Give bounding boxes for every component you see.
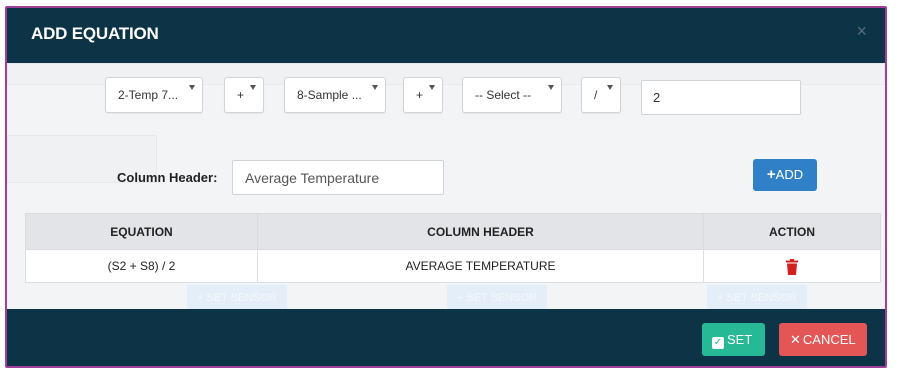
chevron-down-icon [607, 85, 613, 90]
equations-table: EQUATION COLUMN HEADER ACTION (S2 + S8) … [25, 213, 881, 283]
operator-select-1-value: + [237, 88, 245, 102]
operator-select-1[interactable]: + [224, 77, 264, 113]
add-button-label: ADD [775, 167, 804, 182]
cancel-button-label: CANCEL [802, 332, 856, 347]
operator-select-3-value: / [594, 88, 598, 102]
table-header-action: ACTION [703, 213, 881, 250]
column-header-input[interactable]: Average Temperature [232, 160, 444, 195]
close-icon: ✕ [790, 332, 801, 347]
set-button-label: SET [727, 332, 753, 347]
column-header-label: Column Header: [117, 170, 218, 185]
column-header-cell: AVERAGE TEMPERATURE [257, 249, 704, 283]
checkbox-icon: ✓ [712, 337, 724, 349]
background-set-sensor-button: + SET SENSOR [187, 285, 287, 311]
cancel-button[interactable]: ✕ CANCEL [779, 323, 867, 356]
sensor-select-1-value: 2-Temp 7... [118, 88, 179, 102]
sensor-select-3[interactable]: -- Select -- [462, 77, 562, 113]
add-equation-modal: ADD EQUATION × 2-Temp 7... + 8-Sample ..… [5, 6, 887, 368]
equation-cell: (S2 + S8) / 2 [25, 249, 258, 283]
modal-title: ADD EQUATION [31, 24, 159, 43]
chevron-down-icon [372, 85, 378, 90]
plus-icon: + [766, 166, 776, 183]
table-row: (S2 + S8) / 2 AVERAGE TEMPERATURE [25, 249, 881, 283]
operator-select-2-value: + [416, 88, 424, 102]
background-set-sensor-button: + SET SENSOR [707, 285, 807, 311]
operator-select-3[interactable]: / [581, 77, 621, 113]
sensor-select-2-value: 8-Sample ... [297, 88, 362, 102]
value-input[interactable]: 2 [641, 80, 801, 115]
chevron-down-icon [548, 85, 554, 90]
modal-body: 2-Temp 7... + 8-Sample ... + -- Select -… [7, 63, 885, 311]
operator-select-2[interactable]: + [403, 77, 443, 113]
table-header-column-header: COLUMN HEADER [257, 213, 704, 250]
close-icon[interactable]: × [856, 22, 867, 40]
chevron-down-icon [429, 85, 435, 90]
modal-footer: ✓ SET ✕ CANCEL [7, 309, 885, 366]
chevron-down-icon [189, 85, 195, 90]
add-button[interactable]: +ADD [753, 159, 817, 191]
background-set-sensor-button: + SET SENSOR [447, 285, 547, 311]
trash-icon[interactable] [786, 258, 798, 275]
table-header-row: EQUATION COLUMN HEADER ACTION [25, 213, 881, 250]
action-cell [703, 249, 881, 283]
sensor-select-2[interactable]: 8-Sample ... [284, 77, 386, 113]
chevron-down-icon [250, 85, 256, 90]
sensor-select-3-value: -- Select -- [475, 88, 532, 102]
table-header-equation: EQUATION [25, 213, 258, 250]
sensor-select-1[interactable]: 2-Temp 7... [105, 77, 203, 113]
modal-header: ADD EQUATION × [7, 8, 885, 63]
set-button[interactable]: ✓ SET [702, 323, 765, 356]
